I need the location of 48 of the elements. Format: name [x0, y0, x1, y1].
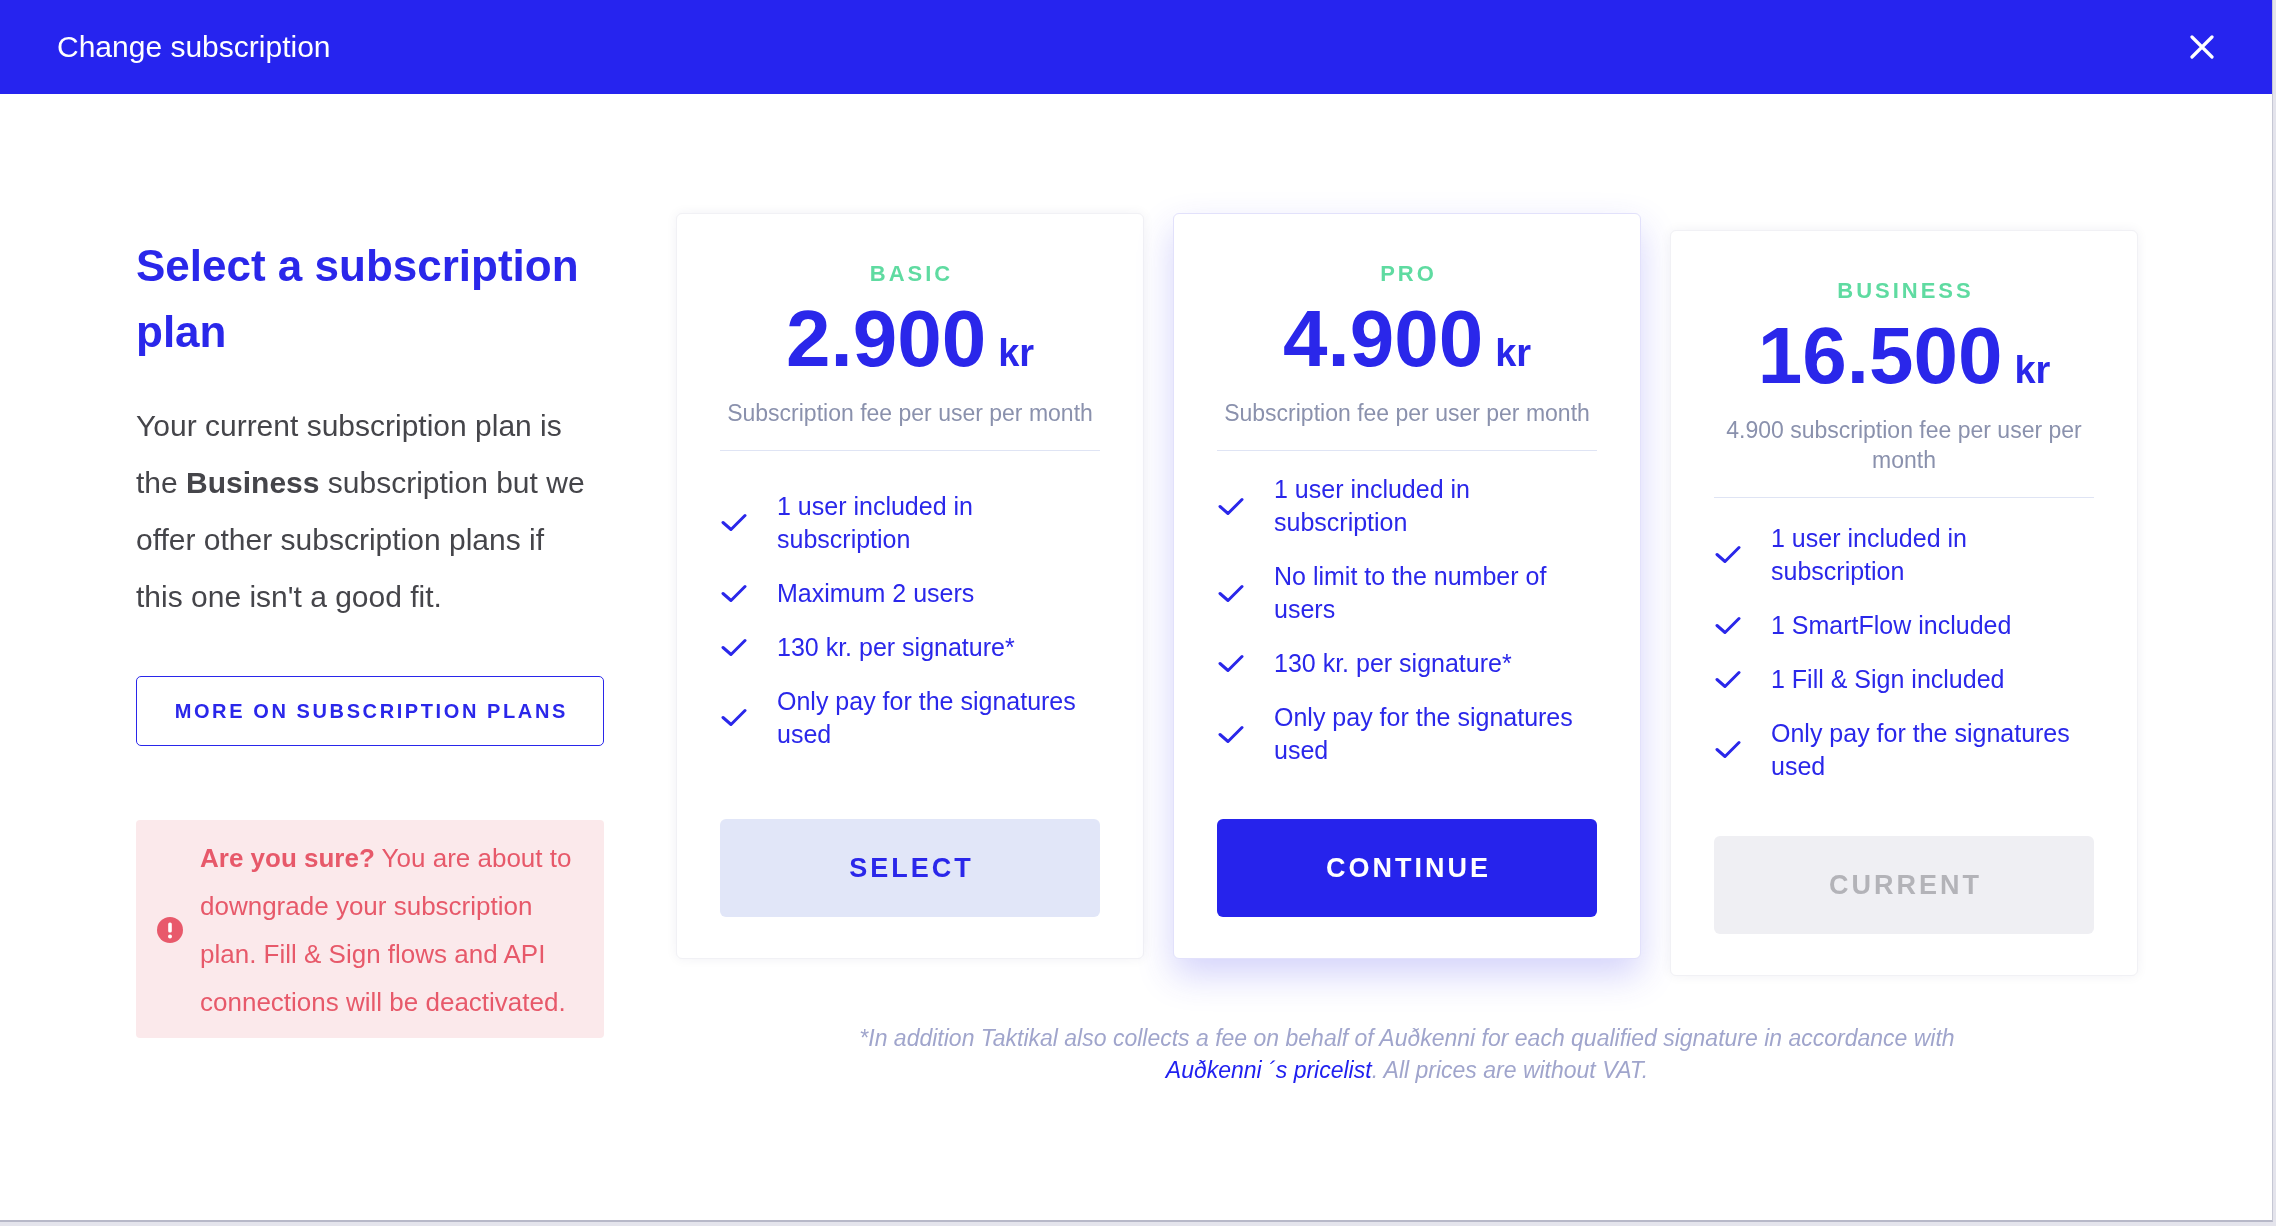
plan-price: 4.900 [1282, 299, 1484, 379]
currency-label: kr [2014, 351, 2051, 389]
check-icon [1218, 724, 1244, 744]
check-icon [1715, 669, 1741, 689]
plan-button[interactable]: SELECT [720, 819, 1100, 917]
plan-name: BASIC [868, 261, 954, 287]
close-icon [2190, 35, 2214, 59]
currency-label: kr [998, 334, 1035, 372]
plan-button[interactable]: CONTINUE [1217, 819, 1597, 917]
more-plans-button[interactable]: MORE ON SUBSCRIPTION PLANS [136, 676, 604, 746]
plan-name: BUSINESS [1836, 278, 1974, 304]
price-note: 4.900 subscription fee per user per month [1714, 415, 2094, 498]
check-icon [721, 583, 747, 603]
close-button[interactable] [2190, 35, 2214, 59]
currency-label: kr [1495, 334, 1532, 372]
price-note: Subscription fee per user per month [1217, 398, 1597, 451]
check-icon [1218, 496, 1244, 516]
check-icon [1715, 545, 1741, 564]
pricelist-link[interactable]: Auðkenni ´s pricelist [1165, 1057, 1372, 1083]
dialog-title: Change subscription [57, 29, 331, 65]
footnote-text: *In addition Taktikal also collects a fee on behalf of Auðkenni for each qualified signature in accordance with Auðkenni ´s pricelist. All prices are without VAT. [858, 1024, 1956, 1085]
check-icon [1715, 740, 1741, 759]
check-icon [721, 708, 747, 727]
plan-name: PRO [1379, 261, 1437, 287]
check-icon [721, 513, 747, 532]
feature-text: Only pay for the signatures used [777, 685, 1077, 750]
feature-text: 1 user included in subscription [777, 490, 974, 555]
check-icon [1218, 583, 1244, 603]
feature-text: No limit to the number of users [1274, 561, 1548, 625]
feature-text: 130 kr. per signature* [1274, 648, 1513, 679]
feature-text: 130 kr. per signature* [777, 631, 1016, 663]
warning-text: Are you sure? You are about to downgrade your subscription plan. Fill & Sign flows and API connections will be deactivated. [200, 842, 573, 1019]
feature-text: 1 Fill & Sign included [1771, 663, 2006, 695]
check-icon [721, 637, 747, 657]
section-heading: Select a subscription plan [136, 240, 580, 358]
feature-text: Maximum 2 users [777, 577, 976, 609]
plan-price: 16.500 [1757, 316, 2003, 396]
feature-text: 1 SmartFlow included [1771, 609, 2013, 641]
plan-description: Your current subscription plan is the Business subscription but we offer other subscription plans if this one isn't a good fit. [136, 408, 586, 615]
price-note: Subscription fee per user per month [720, 398, 1100, 451]
plan-price: 2.900 [785, 299, 987, 379]
warning-icon [157, 917, 183, 943]
check-icon [1715, 615, 1741, 635]
feature-text: 1 user included in subscription [1771, 522, 1968, 587]
feature-text: Only pay for the signatures used [1771, 717, 2071, 782]
check-icon [1218, 654, 1244, 673]
feature-text: 1 user included in subscription [1274, 474, 1471, 538]
feature-text: Only pay for the signatures used [1274, 702, 1574, 766]
